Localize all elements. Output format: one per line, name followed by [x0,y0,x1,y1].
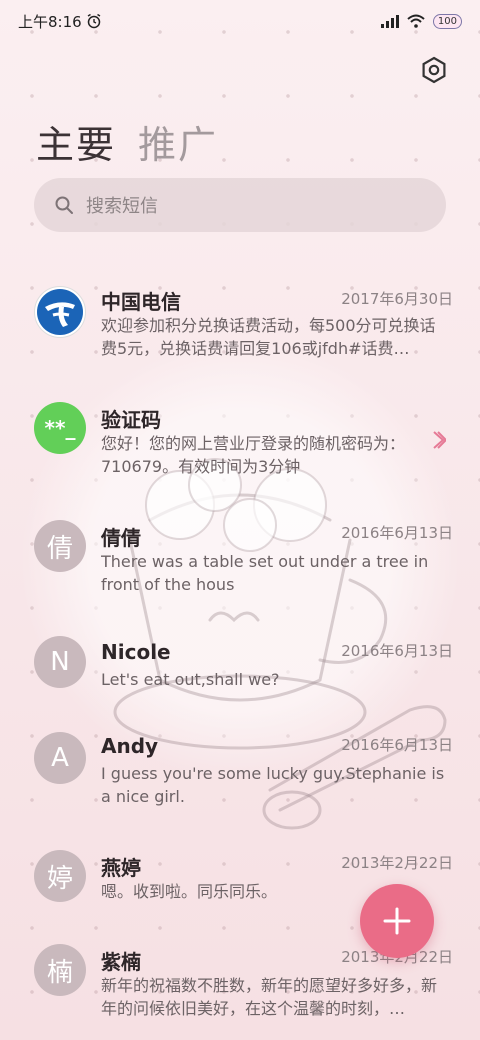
avatar-text: N [50,647,70,677]
contact-name: 紫楠 [101,950,141,974]
message-preview: There was a table set out under a tree i… [101,552,429,594]
message-preview: 您好！您的网上营业厅登录的随机密码为：710679。有效时间为3分钟 [101,434,406,476]
conversation-row[interactable]: **_ 验证码 您好！您的网上营业厅登录的随机密码为：710679。有效时间为3… [0,402,480,482]
avatar: 倩 [34,520,86,572]
conversation-row[interactable]: A Andy 2016年6月13日 I guess you're some lu… [0,732,480,812]
avatar-text: A [51,743,69,773]
message-preview: 嗯。收到啦。同乐同乐。 [101,882,278,901]
status-time: 上午8:16 [18,12,82,31]
message-date: 2016年6月13日 [341,642,453,660]
avatar: A [34,732,86,784]
new-message-button[interactable] [360,884,434,958]
status-bar: 上午8:16 100 [0,0,480,42]
message-preview: I guess you're some lucky guy.Stephanie … [101,764,445,806]
contact-name: 倩倩 [101,526,141,550]
plus-icon [383,907,411,935]
alarm-icon [87,13,101,29]
verification-code-icon: **_ [34,402,86,454]
avatar: 婷 [34,850,86,902]
avatar-text: 倩 [46,533,73,564]
category-tabs: 主要 推广 [36,114,218,169]
china-telecom-logo-icon [34,286,86,338]
avatar-text: 婷 [46,863,73,894]
message-date: 2013年2月22日 [341,854,453,872]
avatar-text: 楠 [46,957,73,988]
wifi-icon [407,14,425,28]
contact-name: Andy [101,734,159,758]
contact-name: 中国电信 [101,290,181,314]
conversation-row[interactable]: N Nicole 2016年6月13日 Let's eat out,shall … [0,636,480,696]
contact-name: Nicole [101,640,171,664]
message-date: 2016年6月13日 [341,736,453,754]
conversation-row[interactable]: 倩 倩倩 2016年6月13日 There was a table set ou… [0,520,480,600]
signal-icon [380,15,399,28]
tab-promotions[interactable]: 推广 [138,114,218,169]
message-date: 2017年6月30日 [341,290,453,308]
battery-indicator: 100 [432,13,462,29]
contact-name: 燕婷 [101,856,141,880]
tab-main[interactable]: 主要 [36,114,116,169]
conversation-row[interactable]: 中国电信 2017年6月30日 欢迎参加积分兑换话费活动，每500分可兑换话费5… [0,282,480,372]
message-preview: Let's eat out,shall we? [101,670,280,689]
message-date: 2016年6月13日 [341,524,453,542]
avatar: 楠 [34,944,86,996]
message-preview: 欢迎参加积分兑换话费活动，每500分可兑换话费5元，兑换话费请回复106或jfd… [101,316,436,358]
avatar: N [34,636,86,688]
chevron-right-icon[interactable] [432,430,446,450]
search-placeholder: 搜索短信 [86,196,158,217]
contact-name: 验证码 [101,408,161,432]
message-preview: 新年的祝福数不胜数，新年的愿望好多好多，新年的问候依旧美好，在这个温馨的时刻，… [101,976,438,1018]
settings-hexagon-icon[interactable] [420,56,448,84]
avatar-text: **_ [44,416,76,440]
search-icon [55,196,73,214]
search-bar[interactable]: 搜索短信 [34,178,446,232]
